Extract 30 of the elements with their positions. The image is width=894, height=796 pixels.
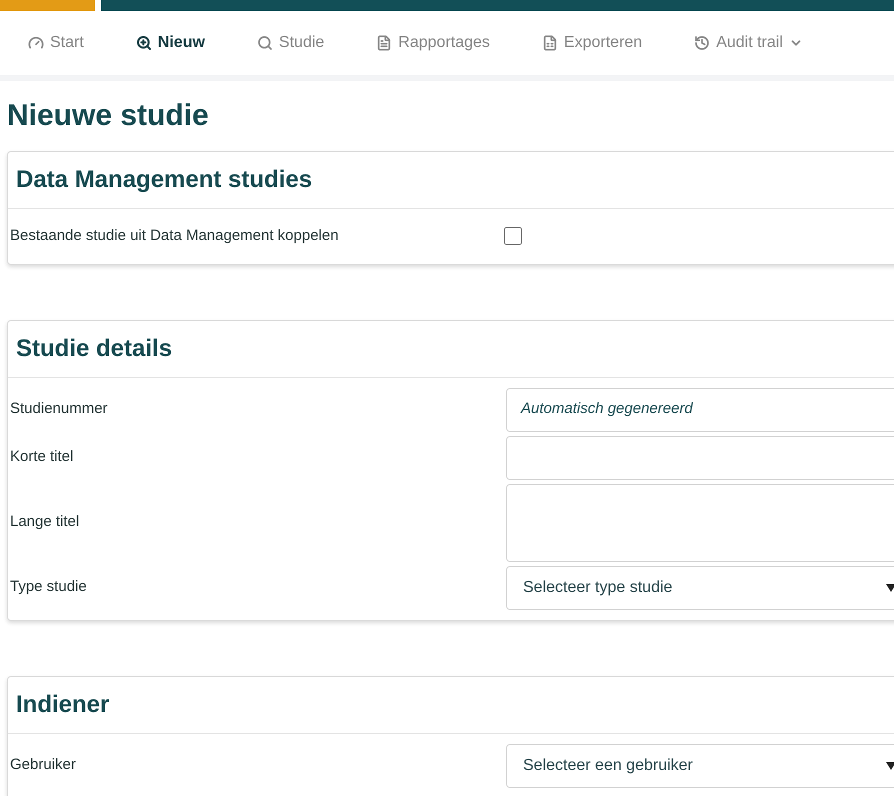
field-label: Lange titel (10, 512, 80, 532)
document-icon (376, 35, 392, 51)
nav-tab[interactable]: Studie (256, 31, 324, 55)
field-label: Studienummer (10, 399, 109, 420)
zoom-in-icon (136, 35, 152, 51)
page-title: Nieuwe studie (7, 98, 210, 134)
history-icon (694, 35, 710, 51)
search-icon (256, 35, 273, 51)
field-label: Gebruiker (10, 755, 77, 776)
text-area[interactable] (506, 484, 894, 562)
nav-tab[interactable]: Audit trail (694, 31, 803, 55)
caret-icon (886, 584, 894, 592)
field-label: Type studie (10, 577, 88, 598)
section-title: Indiener (8, 676, 894, 734)
select-field[interactable]: Selecteer een gebruiker (506, 744, 894, 788)
spreadsheet-icon (542, 35, 558, 51)
section-title: Studie details (8, 320, 894, 378)
nav-tab[interactable]: Nieuw (136, 31, 205, 55)
gauge-icon (28, 35, 44, 51)
nav-tab[interactable]: Start (28, 31, 84, 55)
field-label: Korte titel (10, 447, 74, 468)
input-field[interactable] (506, 436, 894, 480)
field-label: Bestaande studie uit Data Management koppelen (10, 226, 340, 246)
input-field[interactable]: Automatisch gegenereerd (506, 388, 894, 432)
section-title: Data Management studies (8, 152, 894, 209)
nav-tab[interactable]: Rapportages (376, 31, 490, 55)
select-field[interactable]: Selecteer type studie (506, 566, 894, 610)
nav-tab[interactable]: Exporteren (542, 31, 642, 55)
caret-icon (886, 762, 894, 770)
checkbox[interactable] (504, 227, 522, 246)
